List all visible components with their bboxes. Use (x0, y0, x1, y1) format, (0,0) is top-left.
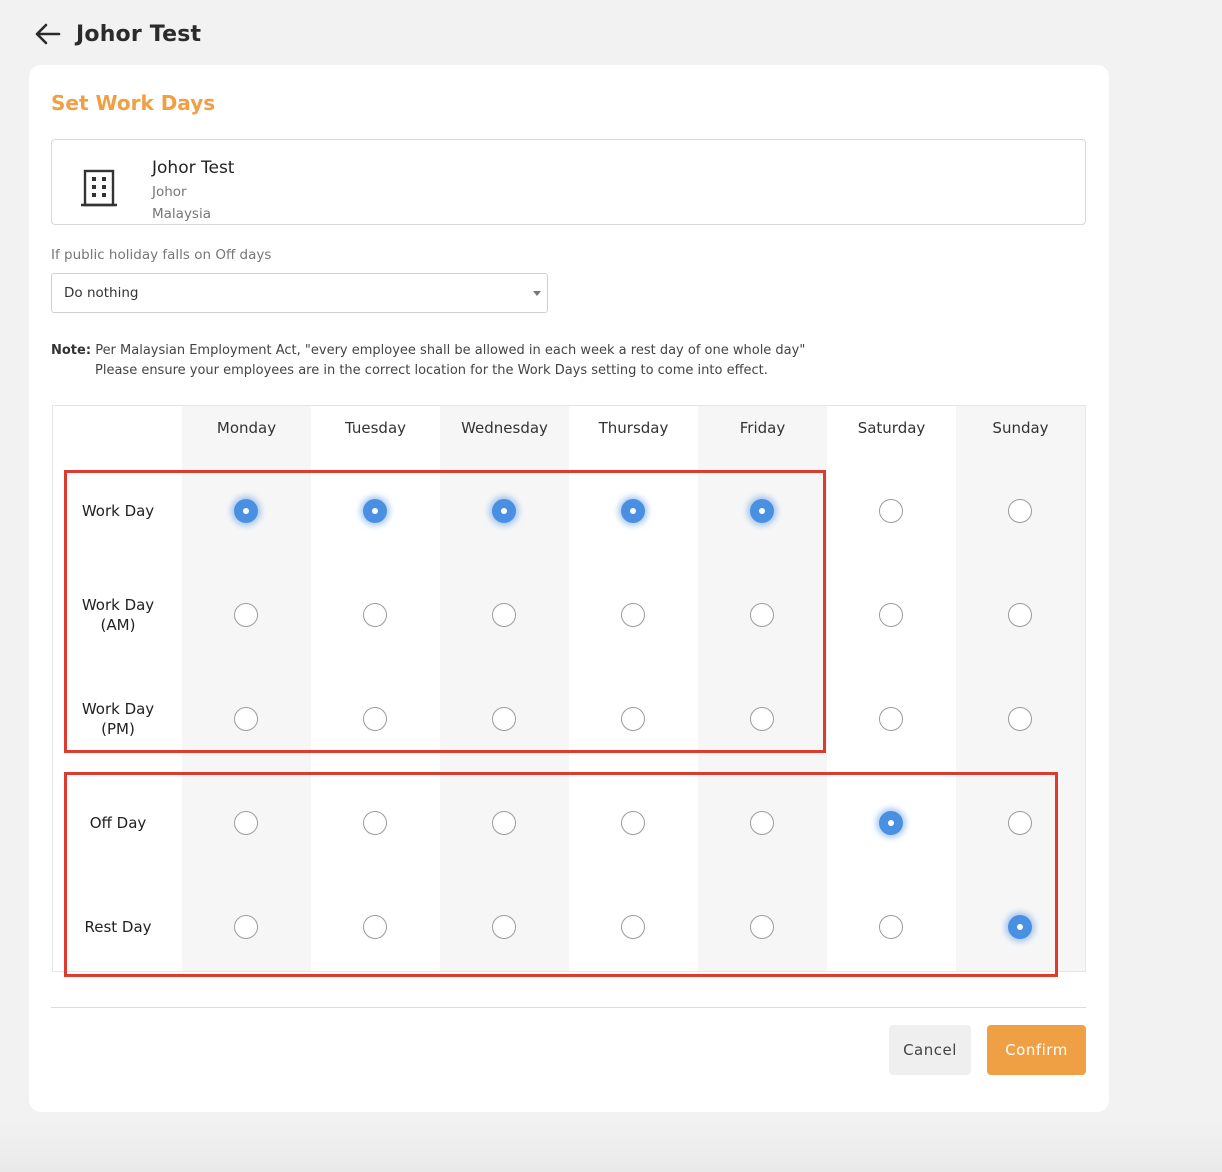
radio-sunday-work-day[interactable] (1008, 499, 1032, 523)
building-icon (81, 169, 117, 207)
day-header-monday: Monday (216, 419, 277, 437)
location-country: Malaysia (152, 206, 211, 222)
radio-saturday-work-day-pm[interactable] (879, 707, 903, 731)
radio-friday-off-day[interactable] (750, 811, 774, 835)
radio-sunday-work-day-pm[interactable] (1008, 707, 1032, 731)
radio-wednesday-work-day[interactable] (492, 499, 516, 523)
holiday-rule-label: If public holiday falls on Off days (51, 247, 272, 263)
row-label: Work Day (AM) (53, 595, 183, 635)
holiday-rule-select[interactable]: Do nothing (51, 273, 548, 313)
note-line2: Please ensure your employees are in the … (95, 363, 768, 378)
back-button[interactable] (30, 17, 64, 51)
radio-thursday-work-day-am[interactable] (621, 603, 645, 627)
radio-tuesday-work-day-am[interactable] (363, 603, 387, 627)
row-label-line2: (AM) (100, 616, 136, 634)
column-shade (698, 406, 827, 971)
card-title: Set Work Days (51, 91, 216, 115)
radio-friday-rest-day[interactable] (750, 915, 774, 939)
row-label-line1: Work Day (81, 700, 155, 718)
radio-thursday-off-day[interactable] (621, 811, 645, 835)
note-label: Note: (51, 343, 92, 358)
row-label: Work Day (PM) (53, 699, 183, 739)
location-info: Johor Test Johor Malaysia (51, 139, 1086, 225)
radio-thursday-work-day[interactable] (621, 499, 645, 523)
location-name: Johor Test (152, 158, 235, 178)
radio-sunday-off-day[interactable] (1008, 811, 1032, 835)
radio-saturday-off-day[interactable] (879, 811, 903, 835)
day-header-sunday: Sunday (992, 419, 1049, 437)
radio-tuesday-work-day-pm[interactable] (363, 707, 387, 731)
row-label: Rest Day (53, 917, 183, 937)
radio-thursday-work-day-pm[interactable] (621, 707, 645, 731)
radio-tuesday-work-day[interactable] (363, 499, 387, 523)
holiday-rule-value: Do nothing (64, 285, 139, 301)
radio-monday-work-day[interactable] (234, 499, 258, 523)
radio-wednesday-work-day-pm[interactable] (492, 707, 516, 731)
radio-friday-work-day[interactable] (750, 499, 774, 523)
row-label: Off Day (53, 813, 183, 833)
row-label-line2: (PM) (101, 720, 135, 738)
row-label: Work Day (53, 501, 183, 521)
row-label-line1: Work Day (81, 596, 155, 614)
day-header-tuesday: Tuesday (344, 419, 407, 437)
arrow-left-icon (35, 23, 61, 45)
radio-sunday-rest-day[interactable] (1008, 915, 1032, 939)
day-header-thursday: Thursday (598, 419, 669, 437)
radio-monday-work-day-pm[interactable] (234, 707, 258, 731)
radio-friday-work-day-pm[interactable] (750, 707, 774, 731)
row-label-line1: Off Day (89, 814, 147, 832)
radio-sunday-work-day-am[interactable] (1008, 603, 1032, 627)
radio-tuesday-off-day[interactable] (363, 811, 387, 835)
cancel-button[interactable]: Cancel (889, 1025, 971, 1075)
radio-saturday-work-day-am[interactable] (879, 603, 903, 627)
column-shade (182, 406, 311, 971)
page-title: Johor Test (76, 21, 202, 47)
caret-down-icon (533, 291, 541, 296)
radio-tuesday-rest-day[interactable] (363, 915, 387, 939)
divider (51, 1007, 1086, 1008)
radio-wednesday-work-day-am[interactable] (492, 603, 516, 627)
radio-wednesday-off-day[interactable] (492, 811, 516, 835)
column-shade (956, 406, 1085, 971)
radio-saturday-work-day[interactable] (879, 499, 903, 523)
column-shade (440, 406, 569, 971)
row-label-line1: Work Day (81, 502, 155, 520)
work-days-grid: Monday Tuesday Wednesday Thursday Friday Satu… (52, 405, 1086, 977)
radio-wednesday-rest-day[interactable] (492, 915, 516, 939)
day-header-saturday: Saturday (857, 419, 926, 437)
radio-monday-off-day[interactable] (234, 811, 258, 835)
note-line1: Per Malaysian Employment Act, "every emp… (95, 343, 806, 358)
radio-saturday-rest-day[interactable] (879, 915, 903, 939)
radio-monday-rest-day[interactable] (234, 915, 258, 939)
radio-friday-work-day-am[interactable] (750, 603, 774, 627)
work-days-card: Set Work Days Johor Test Johor Malaysia … (29, 65, 1109, 1112)
location-state: Johor (152, 184, 187, 200)
row-label-line1: Rest Day (84, 918, 152, 936)
confirm-button[interactable]: Confirm (987, 1025, 1086, 1075)
note: Note: Per Malaysian Employment Act, "eve… (51, 341, 805, 381)
day-header-friday: Friday (739, 419, 786, 437)
radio-monday-work-day-am[interactable] (234, 603, 258, 627)
day-header-wednesday: Wednesday (461, 419, 548, 437)
page-header: Johor Test (30, 16, 201, 52)
radio-thursday-rest-day[interactable] (621, 915, 645, 939)
